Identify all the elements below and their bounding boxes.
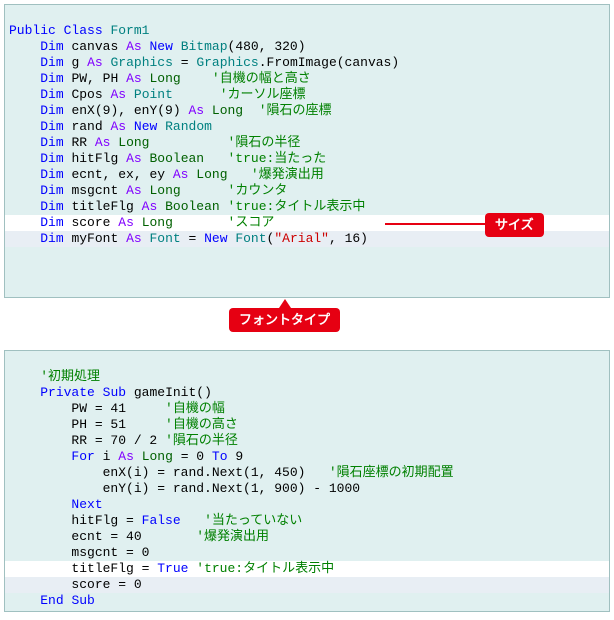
code-line: Dim RR As Long '隕石の半径 <box>9 135 300 150</box>
code-line: Dim msgcnt As Long 'カウンタ <box>9 183 287 198</box>
code-line: enY(i) = rand.Next(1, 900) - 1000 <box>9 481 360 496</box>
code-line: score = 0 <box>5 577 609 593</box>
code-line: PH = 51 '自機の高さ <box>9 417 238 432</box>
code-line: '初期処理 <box>9 369 100 384</box>
code-line: Dim g As Graphics = Graphics.FromImage(c… <box>9 55 399 70</box>
code-line: PW = 41 '自機の幅 <box>9 401 225 416</box>
size-connector-line <box>385 223 485 225</box>
code-line: Dim titleFlg As Boolean 'true:タイトル表示中 <box>9 199 365 214</box>
code-line: msgcnt = 0 <box>9 545 149 560</box>
code-line: hitFlg = False '当たっていない <box>9 513 302 528</box>
code-line: Dim hitFlg As Boolean 'true:当たった <box>9 151 326 166</box>
code-line: RR = 70 / 2 '隕石の半径 <box>9 433 238 448</box>
code-line: Public Class Form1 <box>9 23 149 38</box>
code-line: enX(i) = rand.Next(1, 450) '隕石座標の初期配置 <box>9 465 454 480</box>
code-line: Dim canvas As New Bitmap(480, 320) <box>9 39 306 54</box>
code-line: Dim ecnt, ex, ey As Long '爆発演出用 <box>9 167 324 182</box>
code-line: Dim rand As New Random <box>9 119 212 134</box>
code-block-2: '初期処理 Private Sub gameInit() PW = 41 '自機… <box>4 350 610 612</box>
callout-size: サイズ <box>485 213 544 237</box>
code-line: Next <box>9 497 103 512</box>
code-line: End Sub <box>9 593 95 608</box>
code-line: titleFlg = True 'true:タイトル表示中 <box>5 561 609 577</box>
code-line: Dim PW, PH As Long '自機の幅と高さ <box>9 71 311 86</box>
code-line: For i As Long = 0 To 9 <box>9 449 243 464</box>
callout-font-type: フォントタイプ <box>229 308 340 332</box>
arrow-up-icon <box>279 299 291 308</box>
code-line: Dim enX(9), enY(9) As Long '隕石の座標 <box>9 103 332 118</box>
annotation-row: フォントタイプ <box>4 302 610 340</box>
code-block-1: Public Class Form1 Dim canvas As New Bit… <box>4 4 610 298</box>
code-line: Private Sub gameInit() <box>9 385 212 400</box>
code-line: ecnt = 40 '爆発演出用 <box>9 529 269 544</box>
code-line: Dim Cpos As Point 'カーソル座標 <box>9 87 306 102</box>
